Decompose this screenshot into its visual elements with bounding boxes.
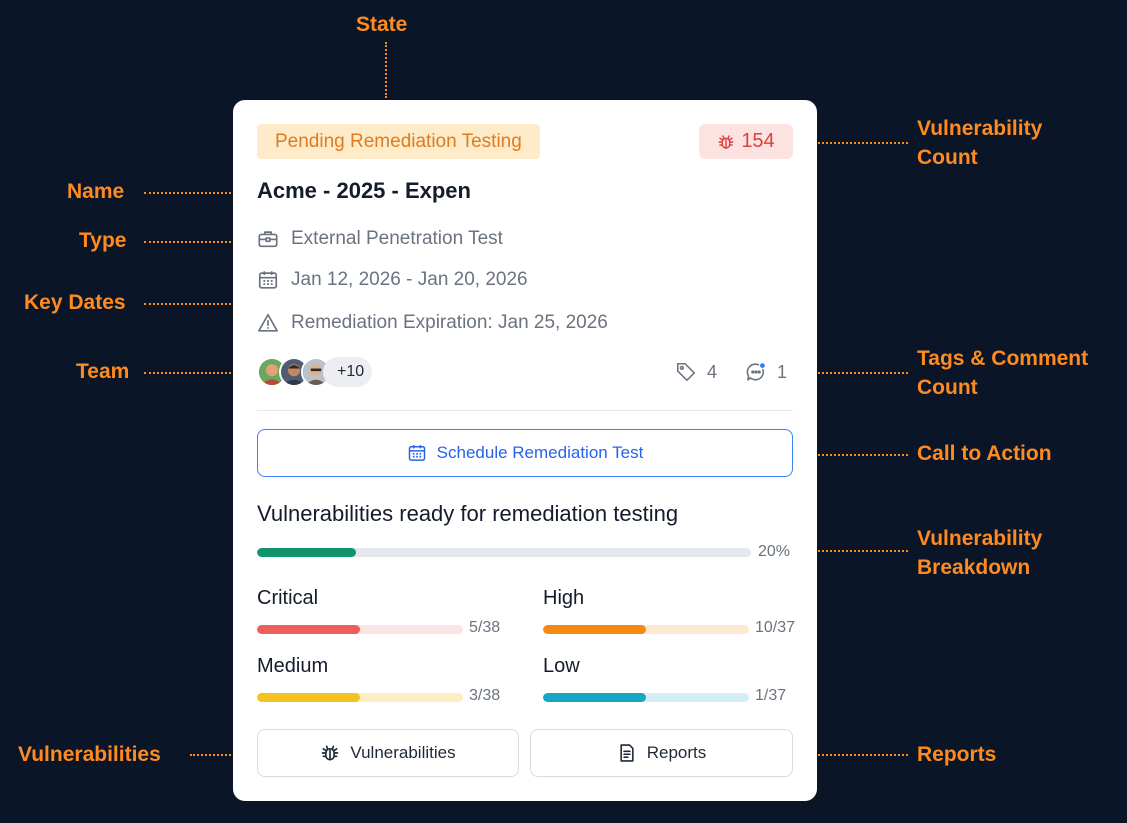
annotation-type: Type [79, 229, 127, 252]
engagement-type-row: External Penetration Test [257, 228, 503, 250]
engagement-card[interactable]: Pending Remediation Testing 154 Acme - 2… [233, 100, 817, 801]
annotation-text: Count [917, 376, 978, 399]
warning-icon [258, 313, 278, 332]
severity-progress-fill-critical [257, 625, 360, 634]
remediation-expiration: Remediation Expiration: Jan 25, 2026 [291, 312, 608, 333]
severity-label-low: Low [543, 655, 580, 677]
expiration-row: Remediation Expiration: Jan 25, 2026 [257, 312, 608, 334]
comment-icon[interactable] [745, 361, 767, 383]
annotation-leader-line [144, 303, 247, 305]
state-badge: Pending Remediation Testing [257, 124, 540, 159]
annotation-leader-line [806, 754, 908, 756]
severity-count-critical: 5/38 [469, 619, 501, 636]
tag-icon[interactable] [675, 361, 697, 383]
severity-count-low: 1/37 [755, 687, 787, 704]
bug-icon [322, 745, 339, 761]
annotation-leader-line [144, 241, 247, 243]
annotation-key-dates: Key Dates [24, 291, 126, 314]
annotation-text: Vulnerability [917, 117, 1043, 140]
severity-progress-critical [257, 625, 463, 634]
reports-button[interactable]: Reports [530, 729, 793, 777]
calendar-icon [408, 445, 425, 461]
engagement-name: Acme - 2025 - Expen [257, 178, 471, 203]
remediation-ready-percent: 20% [758, 543, 791, 560]
comment-count: 1 [777, 361, 788, 382]
annotation-reports: Reports [917, 743, 997, 766]
annotation-leader-line [806, 372, 908, 374]
annotation-vulnerability-breakdown: Vulnerability Breakdown [917, 524, 1042, 582]
annotation-text: Vulnerability [917, 527, 1043, 550]
annotation-name: Name [67, 180, 125, 203]
team-avatars[interactable]: +10 [257, 357, 373, 387]
annotation-vulnerabilities: Vulnerabilities [18, 743, 161, 766]
vulnerabilities-button-label: Vulnerabilities [350, 743, 456, 762]
annotation-text: Count [917, 146, 978, 169]
remediation-ready-title: Vulnerabilities ready for remediation te… [257, 501, 679, 526]
annotation-tags-comment: Tags & Comment Count [917, 344, 1088, 402]
severity-label-high: High [543, 587, 585, 609]
engagement-type: External Penetration Test [291, 228, 503, 249]
severity-progress-medium [257, 693, 463, 702]
severity-label-critical: Critical [257, 587, 319, 609]
remediation-ready-progress-fill [257, 548, 356, 557]
engagement-dates: Jan 12, 2026 - Jan 20, 2026 [291, 269, 528, 290]
annotation-call-to-action: Call to Action [917, 442, 1052, 465]
annotation-text: Breakdown [917, 556, 1031, 579]
annotation-leader-line [806, 550, 908, 552]
annotation-vulnerability-count: Vulnerability Count [917, 114, 1042, 172]
tags-comments-counts: 4 1 [675, 361, 787, 383]
annotation-state: State [356, 13, 408, 36]
calendar-icon [258, 271, 278, 289]
tags-count: 4 [707, 361, 718, 382]
annotation-text: Tags & Comment [917, 347, 1089, 370]
severity-progress-high [543, 625, 749, 634]
cta-label: Schedule Remediation Test [436, 443, 644, 462]
vulnerability-count-value: 154 [741, 130, 775, 152]
severity-count-medium: 3/38 [469, 687, 501, 704]
schedule-remediation-test-button[interactable]: Schedule Remediation Test [257, 429, 793, 477]
severity-label-medium: Medium [257, 655, 329, 677]
severity-count-high: 10/37 [755, 619, 796, 636]
vulnerability-count-badge[interactable]: 154 [699, 124, 793, 159]
remediation-ready-progress [257, 548, 751, 557]
annotation-leader-line [806, 142, 908, 144]
team-more-count[interactable]: +10 [323, 357, 373, 387]
bug-icon [718, 134, 734, 149]
severity-progress-fill-high [543, 625, 646, 634]
document-icon [620, 744, 634, 762]
severity-progress-low [543, 693, 749, 702]
severity-progress-fill-low [543, 693, 646, 702]
briefcase-icon [258, 231, 278, 248]
annotation-leader-line [806, 454, 908, 456]
annotation-leader-line [144, 372, 247, 374]
annotation-leader-line [144, 192, 247, 194]
reports-button-label: Reports [646, 743, 707, 762]
annotation-leader-line [385, 42, 387, 98]
divider [257, 410, 793, 411]
vulnerabilities-button[interactable]: Vulnerabilities [257, 729, 519, 777]
severity-progress-fill-medium [257, 693, 360, 702]
key-dates-row: Jan 12, 2026 - Jan 20, 2026 [257, 269, 528, 291]
annotation-team: Team [76, 360, 130, 383]
